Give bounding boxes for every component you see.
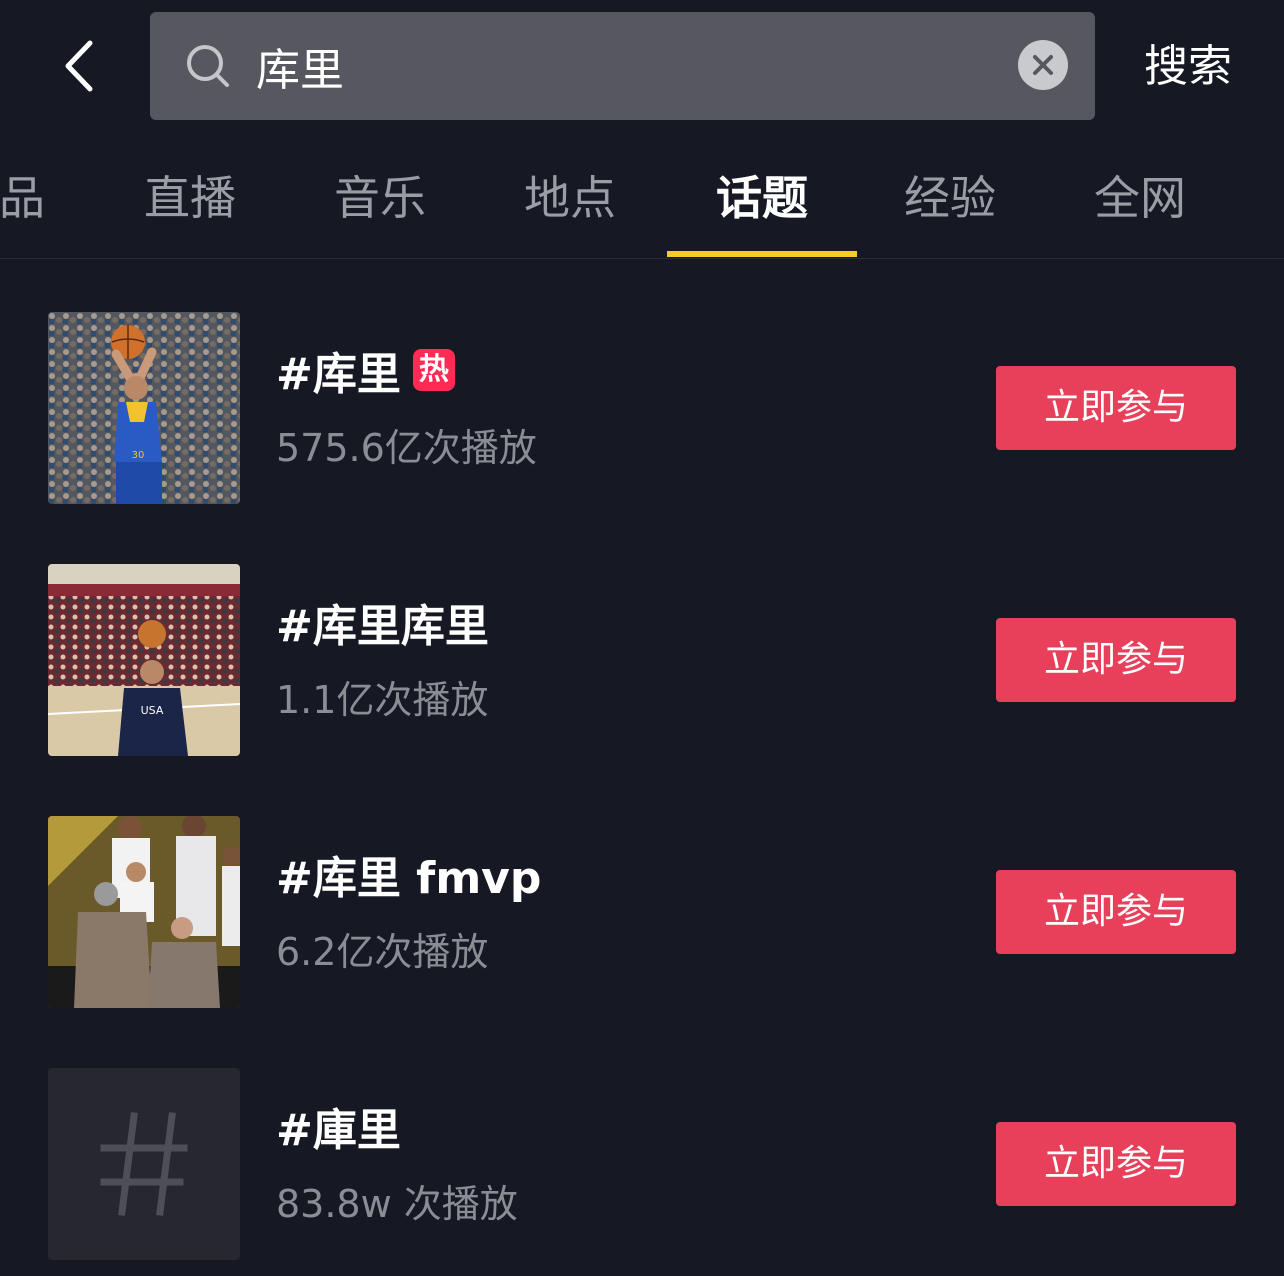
svg-text:30: 30: [132, 450, 145, 461]
topic-thumbnail[interactable]: 30: [48, 312, 240, 504]
join-topic-button[interactable]: 立即参与: [996, 366, 1236, 450]
topic-title-row: #库里库里: [276, 592, 489, 652]
active-tab-indicator: [667, 251, 857, 257]
close-icon: [1033, 55, 1053, 75]
tab-live[interactable]: 直播: [132, 168, 248, 228]
search-submit-button[interactable]: 搜索: [1130, 32, 1246, 102]
topic-row[interactable]: USA #库里库里 1.1亿次播放 立即参与: [0, 564, 1284, 756]
curry-arena-photo: USA: [48, 564, 240, 756]
topic-thumbnail[interactable]: [48, 816, 240, 1008]
tab-experience[interactable]: 经验: [892, 168, 1008, 228]
topic-title: #库里库里: [276, 601, 489, 652]
topic-title: #庫里: [276, 1105, 401, 1156]
topic-play-count: 575.6亿次播放: [276, 426, 537, 470]
topic-thumbnail[interactable]: USA: [48, 564, 240, 756]
hashtag-icon: [100, 1112, 188, 1216]
topic-title-row: #库里 热: [276, 340, 455, 400]
join-topic-button[interactable]: 立即参与: [996, 618, 1236, 702]
topic-title-row: #庫里: [276, 1096, 401, 1156]
topic-play-count: 6.2亿次播放: [276, 930, 489, 974]
back-button[interactable]: [38, 26, 118, 106]
curry-shooting-photo: 30: [48, 312, 240, 504]
topic-row[interactable]: #庫里 83.8w 次播放 立即参与: [0, 1068, 1284, 1260]
search-icon: [187, 45, 229, 87]
search-header: 搜索: [0, 0, 1284, 130]
tab-works[interactable]: 品: [0, 168, 68, 228]
tab-places[interactable]: 地点: [512, 168, 628, 228]
tab-music[interactable]: 音乐: [322, 168, 438, 228]
svg-text:USA: USA: [141, 704, 164, 717]
search-input[interactable]: [256, 30, 996, 102]
curry-team-photo: [48, 816, 240, 1008]
clear-search-button[interactable]: [1018, 40, 1068, 90]
hot-badge: 热: [412, 349, 455, 391]
topic-thumbnail[interactable]: [48, 1068, 240, 1260]
topic-title-row: #库里 fmvp: [276, 844, 541, 904]
topic-play-count: 1.1亿次播放: [276, 678, 489, 722]
tab-topics[interactable]: 话题: [702, 168, 822, 228]
chevron-left-icon: [65, 40, 93, 92]
tab-web[interactable]: 全网: [1082, 168, 1198, 228]
topic-row[interactable]: 30 #库里 热 575.6亿次播放 立即参与: [0, 312, 1284, 504]
join-topic-button[interactable]: 立即参与: [996, 870, 1236, 954]
topic-play-count: 83.8w 次播放: [276, 1182, 518, 1226]
topic-title: #库里 fmvp: [276, 853, 542, 904]
topic-title: #库里: [276, 349, 401, 400]
topic-row[interactable]: #库里 fmvp 6.2亿次播放 立即参与: [0, 816, 1284, 1008]
category-tabs: 品 直播 音乐 地点 话题 经验 全网: [0, 150, 1284, 259]
join-topic-button[interactable]: 立即参与: [996, 1122, 1236, 1206]
